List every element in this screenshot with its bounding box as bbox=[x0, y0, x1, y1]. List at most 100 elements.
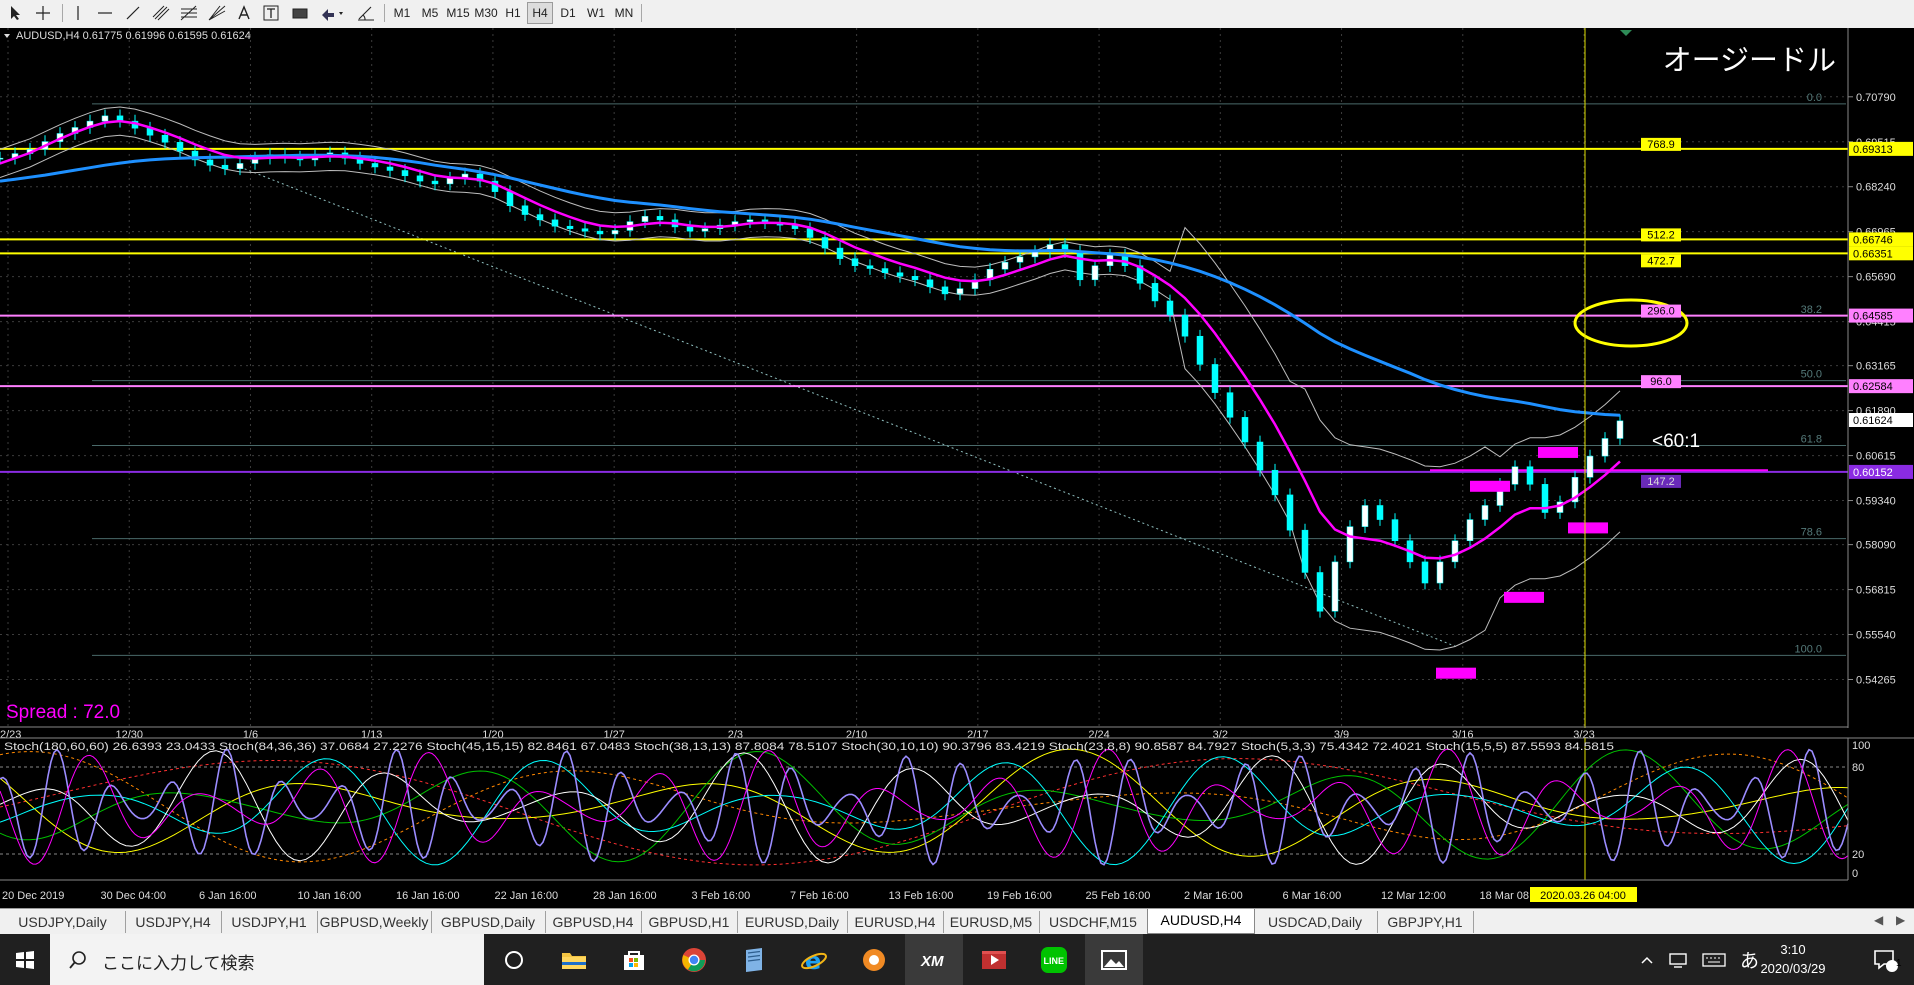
candle-body bbox=[161, 134, 169, 143]
vertical-line-icon bbox=[77, 6, 79, 20]
candle-body bbox=[881, 268, 889, 274]
arrows-tool-icon[interactable] bbox=[318, 2, 348, 24]
vertical-line-tool-icon[interactable] bbox=[68, 2, 88, 24]
network-icon[interactable] bbox=[1668, 951, 1688, 969]
price-tag-text: 0.60152 bbox=[1853, 467, 1893, 479]
candle-body bbox=[896, 272, 904, 277]
candle-body bbox=[656, 216, 664, 221]
candle-body bbox=[1601, 438, 1609, 457]
price-axis-label: 0.70790 bbox=[1856, 92, 1896, 104]
symbol-header: AUDUSD,H4 0.61775 0.61996 0.61595 0.6162… bbox=[16, 30, 251, 42]
candle-body bbox=[1181, 314, 1189, 337]
windows-taskbar: ここに入力して検索 e XM LINE あ 3:10 2020/03/29 1 bbox=[0, 934, 1914, 985]
xm-logo-icon: XM bbox=[920, 953, 944, 970]
candle-body bbox=[1361, 505, 1369, 527]
candle-body bbox=[1151, 283, 1159, 302]
timeframe-w1-button[interactable]: W1 bbox=[583, 2, 609, 24]
price-axis-label: 0.59340 bbox=[1856, 496, 1896, 508]
draw-tools-icon[interactable] bbox=[354, 2, 378, 24]
task-view-button[interactable] bbox=[485, 934, 543, 985]
candle-body bbox=[386, 166, 394, 171]
candle-body bbox=[536, 214, 544, 221]
chart-tab[interactable]: EURUSD,M5 bbox=[943, 911, 1040, 933]
film-play-icon bbox=[982, 950, 1006, 969]
timeframe-m30-button[interactable]: M30 bbox=[473, 2, 499, 24]
fibonacci-tool-icon[interactable] bbox=[178, 2, 200, 24]
folder-icon bbox=[562, 952, 586, 969]
chart-tab[interactable]: GBPUSD,H1 bbox=[641, 911, 738, 933]
candle-body bbox=[701, 228, 709, 232]
trendline-tool-icon[interactable] bbox=[122, 2, 144, 24]
text-tool-icon[interactable] bbox=[234, 2, 254, 24]
channel-tool-icon[interactable] bbox=[150, 2, 172, 24]
rectangle-tool-icon[interactable] bbox=[288, 2, 312, 24]
tab-scroll-left-icon[interactable]: ◀ bbox=[1874, 913, 1883, 927]
toolbar-divider bbox=[62, 4, 63, 22]
candle-body bbox=[1376, 505, 1384, 520]
app-button-notepad[interactable] bbox=[725, 934, 783, 985]
equidistant-channel-icon bbox=[152, 5, 170, 21]
tab-scroll-right-icon[interactable]: ▶ bbox=[1896, 913, 1905, 927]
candle-body bbox=[1001, 261, 1009, 270]
candle-body bbox=[551, 219, 559, 227]
candle-body bbox=[0, 157, 4, 160]
crosshair-tool-icon[interactable] bbox=[32, 2, 54, 24]
timeframe-h1-button[interactable]: H1 bbox=[501, 2, 525, 24]
chart-tab[interactable]: GBPUSD,Daily bbox=[431, 911, 546, 933]
chart-title: オージードル bbox=[1663, 43, 1836, 77]
store-button[interactable] bbox=[605, 934, 663, 985]
horizontal-line-tool-icon[interactable] bbox=[94, 2, 116, 24]
chart-tab[interactable]: USDCHF,M15 bbox=[1039, 911, 1148, 933]
chart-tab[interactable]: USDJPY,H1 bbox=[221, 911, 318, 933]
chrome-button[interactable] bbox=[665, 934, 723, 985]
toolbar-divider bbox=[641, 4, 642, 22]
start-button[interactable] bbox=[0, 934, 50, 985]
candle-body bbox=[221, 164, 229, 169]
file-explorer-button[interactable] bbox=[545, 934, 603, 985]
media-player-button[interactable] bbox=[965, 934, 1023, 985]
timeframe-mn-button[interactable]: MN bbox=[611, 2, 637, 24]
notification-center-button[interactable]: 1 bbox=[1856, 934, 1914, 985]
candle-body bbox=[101, 115, 109, 122]
level-tag-text: 296.0 bbox=[1647, 306, 1675, 318]
chevron-up-icon[interactable] bbox=[1640, 954, 1654, 966]
internet-explorer-button[interactable]: e bbox=[785, 934, 843, 985]
level-tag-text: 96.0 bbox=[1650, 376, 1671, 388]
clock[interactable]: 3:10 2020/03/29 bbox=[1754, 940, 1832, 978]
timeframe-m15-button[interactable]: M15 bbox=[445, 2, 471, 24]
chart-tab[interactable]: GBPUSD,Weekly bbox=[317, 911, 432, 933]
photos-button[interactable] bbox=[1085, 934, 1143, 985]
fibo-level-label: 0.0 bbox=[1807, 92, 1822, 104]
candle-body bbox=[1451, 540, 1459, 563]
chart-tab[interactable]: USDJPY,Daily bbox=[0, 911, 126, 933]
chart-tab[interactable]: GBPJPY,H1 bbox=[1377, 911, 1474, 933]
chart-tab[interactable]: USDJPY,H4 bbox=[125, 911, 222, 933]
svg-text:XM: XM bbox=[920, 953, 944, 970]
gann-tool-icon[interactable] bbox=[206, 2, 228, 24]
level-tag-text: 147.2 bbox=[1647, 476, 1675, 488]
timeframe-m1-button[interactable]: M1 bbox=[389, 2, 415, 24]
candle-body bbox=[1316, 572, 1324, 612]
candle-body bbox=[1421, 561, 1429, 584]
timeframe-m5-button[interactable]: M5 bbox=[417, 2, 443, 24]
price-axis bbox=[1848, 28, 1914, 728]
taskbar-search-box[interactable]: ここに入力して検索 bbox=[50, 934, 484, 985]
time-axis-label: 20 Dec 2019 bbox=[2, 890, 64, 902]
chart-tab[interactable]: EURUSD,H4 bbox=[847, 911, 944, 933]
keyboard-icon[interactable] bbox=[1702, 952, 1726, 968]
chart-tab[interactable]: AUDUSD,H4 bbox=[1147, 909, 1255, 934]
chart-tab[interactable]: EURUSD,Daily bbox=[737, 911, 848, 933]
chart-tab[interactable]: USDCAD,Daily bbox=[1253, 911, 1378, 933]
timeframe-d1-button[interactable]: D1 bbox=[555, 2, 581, 24]
xm-mt4-button[interactable]: XM bbox=[905, 934, 963, 985]
line-app-button[interactable]: LINE bbox=[1025, 934, 1083, 985]
chart-tab[interactable]: GBPUSD,H4 bbox=[545, 911, 642, 933]
chart-tab-bar: USDJPY,Daily USDJPY,H4 USDJPY,H1 GBPUSD,Wee… bbox=[0, 908, 1914, 935]
chart-area[interactable]: 0.038.250.061.878.6100.0 0.707900.695150… bbox=[0, 28, 1914, 908]
cursor-tool-icon[interactable] bbox=[6, 2, 26, 24]
app-button-orange[interactable] bbox=[845, 934, 903, 985]
text-label-tool-icon[interactable] bbox=[260, 2, 282, 24]
trendline-icon bbox=[126, 6, 140, 20]
arrow-cursor-icon bbox=[11, 6, 20, 20]
timeframe-h4-button[interactable]: H4 bbox=[527, 2, 553, 24]
